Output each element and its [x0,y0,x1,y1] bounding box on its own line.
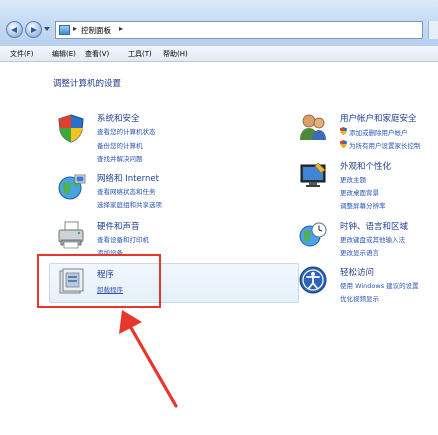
annotation-arrow-icon [119,310,178,408]
link-parental-controls[interactable]: 为所有用户设置家长控制 [340,140,421,150]
link-adjust-resolution[interactable]: 调整屏幕分辨率 [340,200,386,210]
link-recommended-settings[interactable]: 使用 Windows 建议的设置 [340,280,419,290]
breadcrumb-control-panel[interactable]: 控制面板 [81,25,111,36]
menu-view[interactable]: 查看(V) [85,49,109,59]
uac-shield-icon [340,127,347,135]
link-parental-controls-label: 为所有用户设置家长控制 [349,142,421,150]
window-titlebar: ▸ 控制面板 ▸ [0,0,438,47]
control-panel-icon [59,25,70,35]
forward-arrow-icon [31,27,37,33]
forward-button[interactable] [25,21,42,38]
shield-icon[interactable] [56,113,86,143]
category-clock-language-region[interactable]: 时钟、语言和区域 [340,220,408,232]
back-button[interactable] [6,21,23,38]
breadcrumb-separator-icon[interactable]: ▸ [119,24,123,33]
uac-shield-icon [340,140,347,148]
link-change-display-language[interactable]: 更改显示语言 [340,247,379,257]
link-add-remove-users[interactable]: 添加或删除用户帐户 [340,127,408,137]
link-view-network-status[interactable]: 查看网络状态和任务 [97,186,156,196]
menu-bar: 文件(F) 编辑(E) 查看(V) 工具(T) 帮助(H) [0,46,438,62]
users-icon[interactable] [298,112,328,142]
link-add-remove-users-label: 添加或删除用户帐户 [349,129,408,137]
category-ease-of-access[interactable]: 轻松访问 [340,266,374,278]
category-appearance[interactable]: 外观和个性化 [340,160,391,172]
category-network-internet[interactable]: 网络和 Internet [97,172,159,184]
link-change-desktop-background[interactable]: 更改桌面背景 [340,187,379,197]
printer-icon[interactable] [57,220,87,250]
ease-of-access-icon[interactable] [298,265,328,295]
appearance-icon[interactable] [298,160,328,190]
link-change-theme[interactable]: 更改主题 [340,174,366,184]
menu-tools[interactable]: 工具(T) [128,49,152,59]
page-title: 调整计算机的设置 [53,79,122,89]
menu-file[interactable]: 文件(F) [10,49,34,59]
link-backup-computer[interactable]: 备份您的计算机 [97,140,143,150]
search-box-edge[interactable] [428,21,438,39]
link-optimize-visual-display[interactable]: 优化视频显示 [340,293,379,303]
clock-globe-icon[interactable] [298,220,328,250]
category-hardware-sound[interactable]: 硬件和声音 [97,220,140,232]
menu-edit[interactable]: 编辑(E) [52,49,76,59]
breadcrumb-separator-icon[interactable]: ▸ [73,24,77,33]
link-change-keyboards[interactable]: 更改键盘或其他输入法 [340,234,405,244]
link-view-computer-status[interactable]: 查看您的计算机状态 [97,126,156,136]
link-find-fix-problems[interactable]: 查找并解决问题 [97,153,143,163]
network-globe-icon[interactable] [57,172,87,202]
link-homegroup-sharing[interactable]: 选择家庭组和共享选项 [97,199,162,209]
address-bar[interactable]: ▸ 控制面板 ▸ [55,21,423,39]
category-system-security[interactable]: 系统和安全 [97,112,140,124]
menu-help[interactable]: 帮助(H) [163,49,188,59]
link-view-devices-printers[interactable]: 查看设备和打印机 [97,234,149,244]
back-arrow-icon [11,27,17,33]
category-user-accounts[interactable]: 用户帐户和家庭安全 [340,112,417,124]
recent-pages-dropdown-icon[interactable] [44,27,50,31]
